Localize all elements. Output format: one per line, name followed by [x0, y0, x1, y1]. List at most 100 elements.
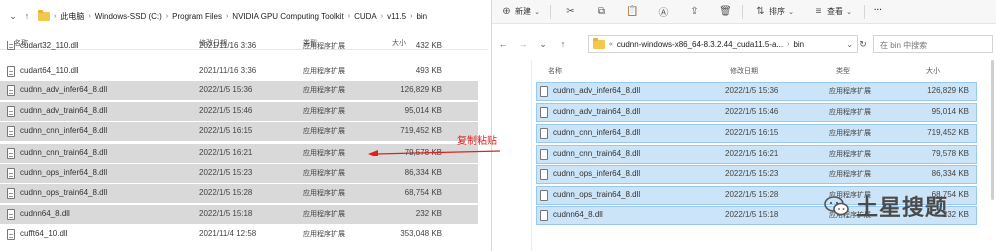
dll-file-icon: [7, 126, 15, 137]
breadcrumb-item[interactable]: 此电脑: [60, 11, 84, 22]
file-type: 应用程序扩展: [303, 68, 345, 75]
column-type-header[interactable]: 类型: [836, 66, 850, 76]
file-name: cudart32_110.dll: [20, 41, 79, 50]
new-label: 新建: [515, 7, 531, 16]
breadcrumb-item[interactable]: bin: [793, 40, 804, 49]
dll-file-icon: [7, 66, 15, 77]
file-size: 95,014 KB: [404, 106, 442, 115]
file-date: 2022/1/5 15:18: [199, 209, 253, 218]
file-type: 应用程序扩展: [303, 150, 345, 157]
dll-file-icon: [7, 168, 15, 179]
wechat-icon: [824, 196, 849, 216]
file-type: 应用程序扩展: [303, 128, 345, 135]
rename-icon[interactable]: Ⓐ: [657, 5, 670, 19]
file-date: 2022/1/5 15:28: [199, 188, 253, 197]
file-row[interactable]: cudnn_ops_infer64_8.dll 2022/1/5 15:23 应…: [0, 164, 478, 183]
left-navigation-bar: ⌄ ↑ › 此电脑 › Windows-SSD (C:) › Program F…: [6, 6, 484, 26]
copy-icon[interactable]: ⧉: [595, 5, 608, 18]
breadcrumb-item[interactable]: Program Files: [172, 12, 222, 21]
file-size: 493 KB: [415, 66, 442, 75]
file-name: cudnn_adv_train64_8.dll: [553, 107, 641, 116]
toolbar-divider: [550, 5, 551, 19]
breadcrumb[interactable]: › 此电脑 › Windows-SSD (C:) › Program Files…: [38, 9, 427, 22]
file-name: cudnn_ops_train64_8.dll: [20, 188, 108, 197]
more-options-button[interactable]: ···: [874, 5, 882, 14]
vertical-scrollbar[interactable]: [991, 60, 994, 200]
file-row[interactable]: cudnn_adv_train64_8.dll 2022/1/5 15:46 应…: [0, 102, 478, 121]
breadcrumb-item[interactable]: Windows-SSD (C:): [95, 12, 162, 21]
file-size: 95,014 KB: [931, 107, 969, 116]
file-row[interactable]: cudnn_adv_train64_8.dll 2022/1/5 15:46 应…: [536, 103, 977, 122]
file-date: 2022/1/5 15:23: [199, 168, 253, 177]
file-date: 2022/1/5 15:23: [725, 169, 779, 178]
chevron-right-icon: ›: [88, 12, 91, 20]
command-toolbar: ⊕ 新建 ⌄ ✂ ⧉ 📋 Ⓐ ⇪ 🗑 ⇅ 排序 ⌄ ≡ 查看 ⌄ ···: [492, 0, 996, 24]
up-arrow-icon[interactable]: ↑: [20, 9, 34, 23]
file-size: 719,452 KB: [927, 128, 969, 137]
column-size-header[interactable]: 大小: [926, 66, 940, 76]
dll-file-icon: [540, 128, 548, 139]
file-date: 2022/1/5 15:36: [725, 86, 779, 95]
file-type: 应用程序扩展: [303, 190, 345, 197]
file-type: 应用程序扩展: [303, 211, 345, 218]
address-bar[interactable]: « cudnn-windows-x86_64-8.3.2.44_cuda11.5…: [588, 35, 858, 53]
file-name: cudnn_cnn_train64_8.dll: [20, 148, 108, 157]
file-name: cudnn64_8.dll: [553, 210, 603, 219]
toolbar-divider: [864, 5, 865, 19]
back-arrow-icon[interactable]: ←: [496, 37, 510, 51]
file-row[interactable]: cudnn_cnn_train64_8.dll 2022/1/5 16:21 应…: [536, 145, 977, 164]
share-icon[interactable]: ⇪: [688, 5, 701, 18]
sort-button[interactable]: ⇅ 排序 ⌄: [754, 5, 795, 18]
paste-icon[interactable]: 📋: [626, 5, 639, 18]
dll-file-icon: [540, 210, 548, 221]
file-row[interactable]: cudnn_ops_infer64_8.dll 2022/1/5 15:23 应…: [536, 165, 977, 184]
file-date: 2022/1/5 15:18: [725, 210, 779, 219]
dll-file-icon: [540, 169, 548, 180]
file-row[interactable]: cudart32_110.dll 2021/11/16 3:36 应用程序扩展 …: [0, 41, 478, 53]
file-row[interactable]: cudnn_ops_train64_8.dll 2022/1/5 15:28 应…: [0, 184, 478, 203]
file-date: 2022/1/5 16:21: [725, 149, 779, 158]
chevron-right-icon: ›: [410, 12, 413, 20]
refresh-icon[interactable]: ↻: [856, 37, 870, 51]
file-row[interactable]: cudart64_110.dll 2021/11/16 3:36 应用程序扩展 …: [0, 62, 478, 81]
file-date: 2022/1/5 15:46: [725, 107, 779, 116]
file-row[interactable]: cudnn_cnn_infer64_8.dll 2022/1/5 16:15 应…: [536, 124, 977, 143]
view-label: 查看: [827, 7, 843, 16]
chevron-right-icon: ›: [165, 12, 169, 20]
sort-label: 排序: [769, 7, 785, 16]
breadcrumb-item[interactable]: CUDA: [354, 12, 377, 21]
search-input[interactable]: 在 bin 中搜索: [873, 35, 993, 53]
breadcrumb-item[interactable]: NVIDIA GPU Computing Toolkit: [232, 12, 343, 21]
view-button[interactable]: ≡ 查看 ⌄: [812, 5, 853, 18]
file-date: 2021/11/4 12:58: [199, 229, 257, 238]
chevron-down-icon: ⌄: [788, 8, 794, 16]
file-row[interactable]: cudnn_adv_infer64_8.dll 2022/1/5 15:36 应…: [536, 82, 977, 101]
file-name: cudnn_adv_infer64_8.dll: [553, 86, 641, 95]
breadcrumb-item[interactable]: bin: [416, 12, 427, 21]
file-row[interactable]: cudnn64_8.dll 2022/1/5 15:18 应用程序扩展 232 …: [0, 205, 478, 224]
new-button[interactable]: ⊕ 新建 ⌄: [500, 5, 541, 18]
chevron-down-icon[interactable]: ⌄: [536, 37, 550, 51]
folder-icon: [593, 37, 605, 49]
copy-paste-annotation: 复制粘贴: [457, 136, 497, 147]
delete-icon[interactable]: 🗑: [719, 5, 732, 18]
breadcrumb-item[interactable]: cudnn-windows-x86_64-8.3.2.44_cuda11.5-a…: [617, 40, 783, 49]
file-type: 应用程序扩展: [303, 170, 345, 177]
chevron-down-icon[interactable]: ⌄: [6, 9, 20, 23]
file-type: 应用程序扩展: [303, 87, 345, 94]
column-date-header[interactable]: 修改日期: [730, 66, 758, 76]
forward-arrow-icon[interactable]: →: [516, 37, 530, 51]
file-type: 应用程序扩展: [303, 231, 345, 238]
file-name: cudnn_cnn_infer64_8.dll: [553, 128, 641, 137]
up-arrow-icon[interactable]: ↑: [556, 37, 570, 51]
file-row[interactable]: cudnn_cnn_infer64_8.dll 2022/1/5 16:15 应…: [0, 122, 478, 141]
column-name-header[interactable]: 名称: [548, 66, 562, 76]
dll-file-icon: [540, 149, 548, 160]
cut-icon[interactable]: ✂: [564, 5, 577, 18]
right-column-header: 名称 修改日期 类型 大小: [492, 64, 996, 78]
file-row[interactable]: cudnn_adv_infer64_8.dll 2022/1/5 15:36 应…: [0, 81, 478, 100]
dll-file-icon: [7, 106, 15, 117]
breadcrumb-item[interactable]: v11.5: [387, 12, 406, 21]
chevron-down-icon[interactable]: ⌄: [846, 40, 853, 49]
file-row[interactable]: cufft64_10.dll 2021/11/4 12:58 应用程序扩展 35…: [0, 225, 478, 244]
